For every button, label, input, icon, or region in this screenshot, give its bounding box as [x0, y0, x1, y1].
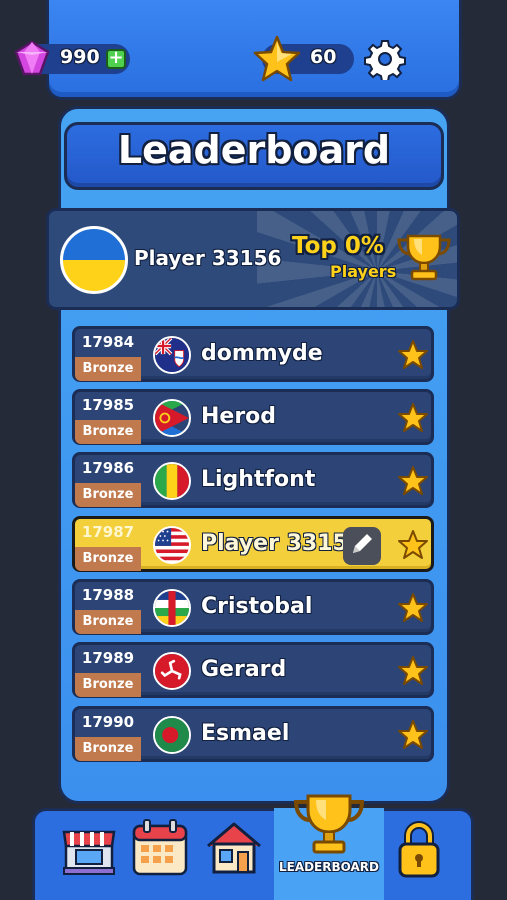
leaderboard-row[interactable]: 17988 Bronze Cristobal [72, 579, 434, 635]
leaderboard-row-current-player[interactable]: 17987 Bronze Player 33156 [72, 516, 434, 572]
tier-badge: Bronze [75, 357, 141, 381]
player-name: Lightfont [201, 467, 316, 492]
calendar-icon[interactable] [130, 818, 190, 880]
home-icon[interactable] [202, 816, 266, 880]
tier-badge: Bronze [75, 547, 141, 571]
eritrea-flag-icon [153, 399, 191, 437]
star-icon [398, 466, 428, 495]
shop-icon[interactable] [60, 820, 118, 878]
pencil-icon [353, 534, 372, 553]
star-icon [398, 593, 428, 622]
player-name: Gerard [201, 657, 287, 682]
leaderboard-row[interactable]: 17989 Bronze Gerard [72, 642, 434, 698]
rank-number: 17985 [81, 396, 135, 414]
rank-number: 17990 [81, 713, 135, 731]
edit-name-button[interactable] [343, 527, 381, 565]
players-label: Players [330, 262, 397, 281]
central-african-republic-flag-icon [153, 589, 191, 627]
trophy-icon [397, 234, 451, 281]
star-icon [398, 340, 428, 369]
rank-number: 17986 [81, 459, 135, 477]
leaderboard-row[interactable]: 17984 Bronze dommyde [72, 326, 434, 382]
isle-of-man-flag-icon [153, 652, 191, 690]
star-icon [398, 530, 428, 559]
top-percent: Top 0% [292, 233, 384, 259]
rank-box: 17984 Bronze [75, 329, 141, 381]
rank-box: 17985 Bronze [75, 392, 141, 444]
leaderboard-row[interactable]: 17990 Bronze Esmael [72, 706, 434, 762]
trophy-icon[interactable] [290, 790, 368, 860]
rank-number: 17988 [81, 586, 135, 604]
cayman-islands-flag-icon [153, 336, 191, 374]
star-icon [398, 656, 428, 685]
star-count: 60 [310, 46, 337, 68]
player-name: Player 33156 [201, 531, 364, 556]
player-name: Player 33156 [134, 246, 282, 270]
tier-badge: Bronze [75, 483, 141, 507]
rank-box: 17989 Bronze [75, 645, 141, 697]
tier-badge: Bronze [75, 420, 141, 444]
nav-label-leaderboard[interactable]: LEADERBOARD [274, 860, 384, 874]
ukraine-flag-icon [60, 226, 128, 294]
rank-box: 17986 Bronze [75, 455, 141, 507]
leaderboard-row[interactable]: 17985 Bronze Herod [72, 389, 434, 445]
player-name: Herod [201, 404, 277, 429]
rank-number: 17987 [81, 523, 135, 541]
star-icon [253, 35, 301, 82]
mali-flag-icon [153, 462, 191, 500]
player-name: Esmael [201, 721, 290, 746]
page-title: Leaderboard [117, 128, 391, 172]
player-name: dommyde [201, 341, 323, 366]
rank-box: 17988 Bronze [75, 582, 141, 634]
gear-icon[interactable] [364, 38, 406, 80]
add-gems-button[interactable]: + [106, 49, 126, 69]
rank-box: 17987 Bronze [75, 519, 141, 571]
rank-box: 17990 Bronze [75, 709, 141, 761]
rank-number: 17989 [81, 649, 135, 667]
tier-badge: Bronze [75, 610, 141, 634]
tier-badge: Bronze [75, 673, 141, 697]
star-icon [398, 720, 428, 749]
gem-count: 990 [60, 46, 100, 68]
leaderboard-row[interactable]: 17986 Bronze Lightfont [72, 452, 434, 508]
gem-icon [14, 40, 50, 76]
star-icon [398, 403, 428, 432]
usa-flag-icon [153, 526, 191, 564]
player-name: Cristobal [201, 594, 313, 619]
rank-number: 17984 [81, 333, 135, 351]
bangladesh-flag-icon [153, 716, 191, 754]
lock-icon[interactable] [394, 820, 444, 880]
tier-badge: Bronze [75, 737, 141, 761]
